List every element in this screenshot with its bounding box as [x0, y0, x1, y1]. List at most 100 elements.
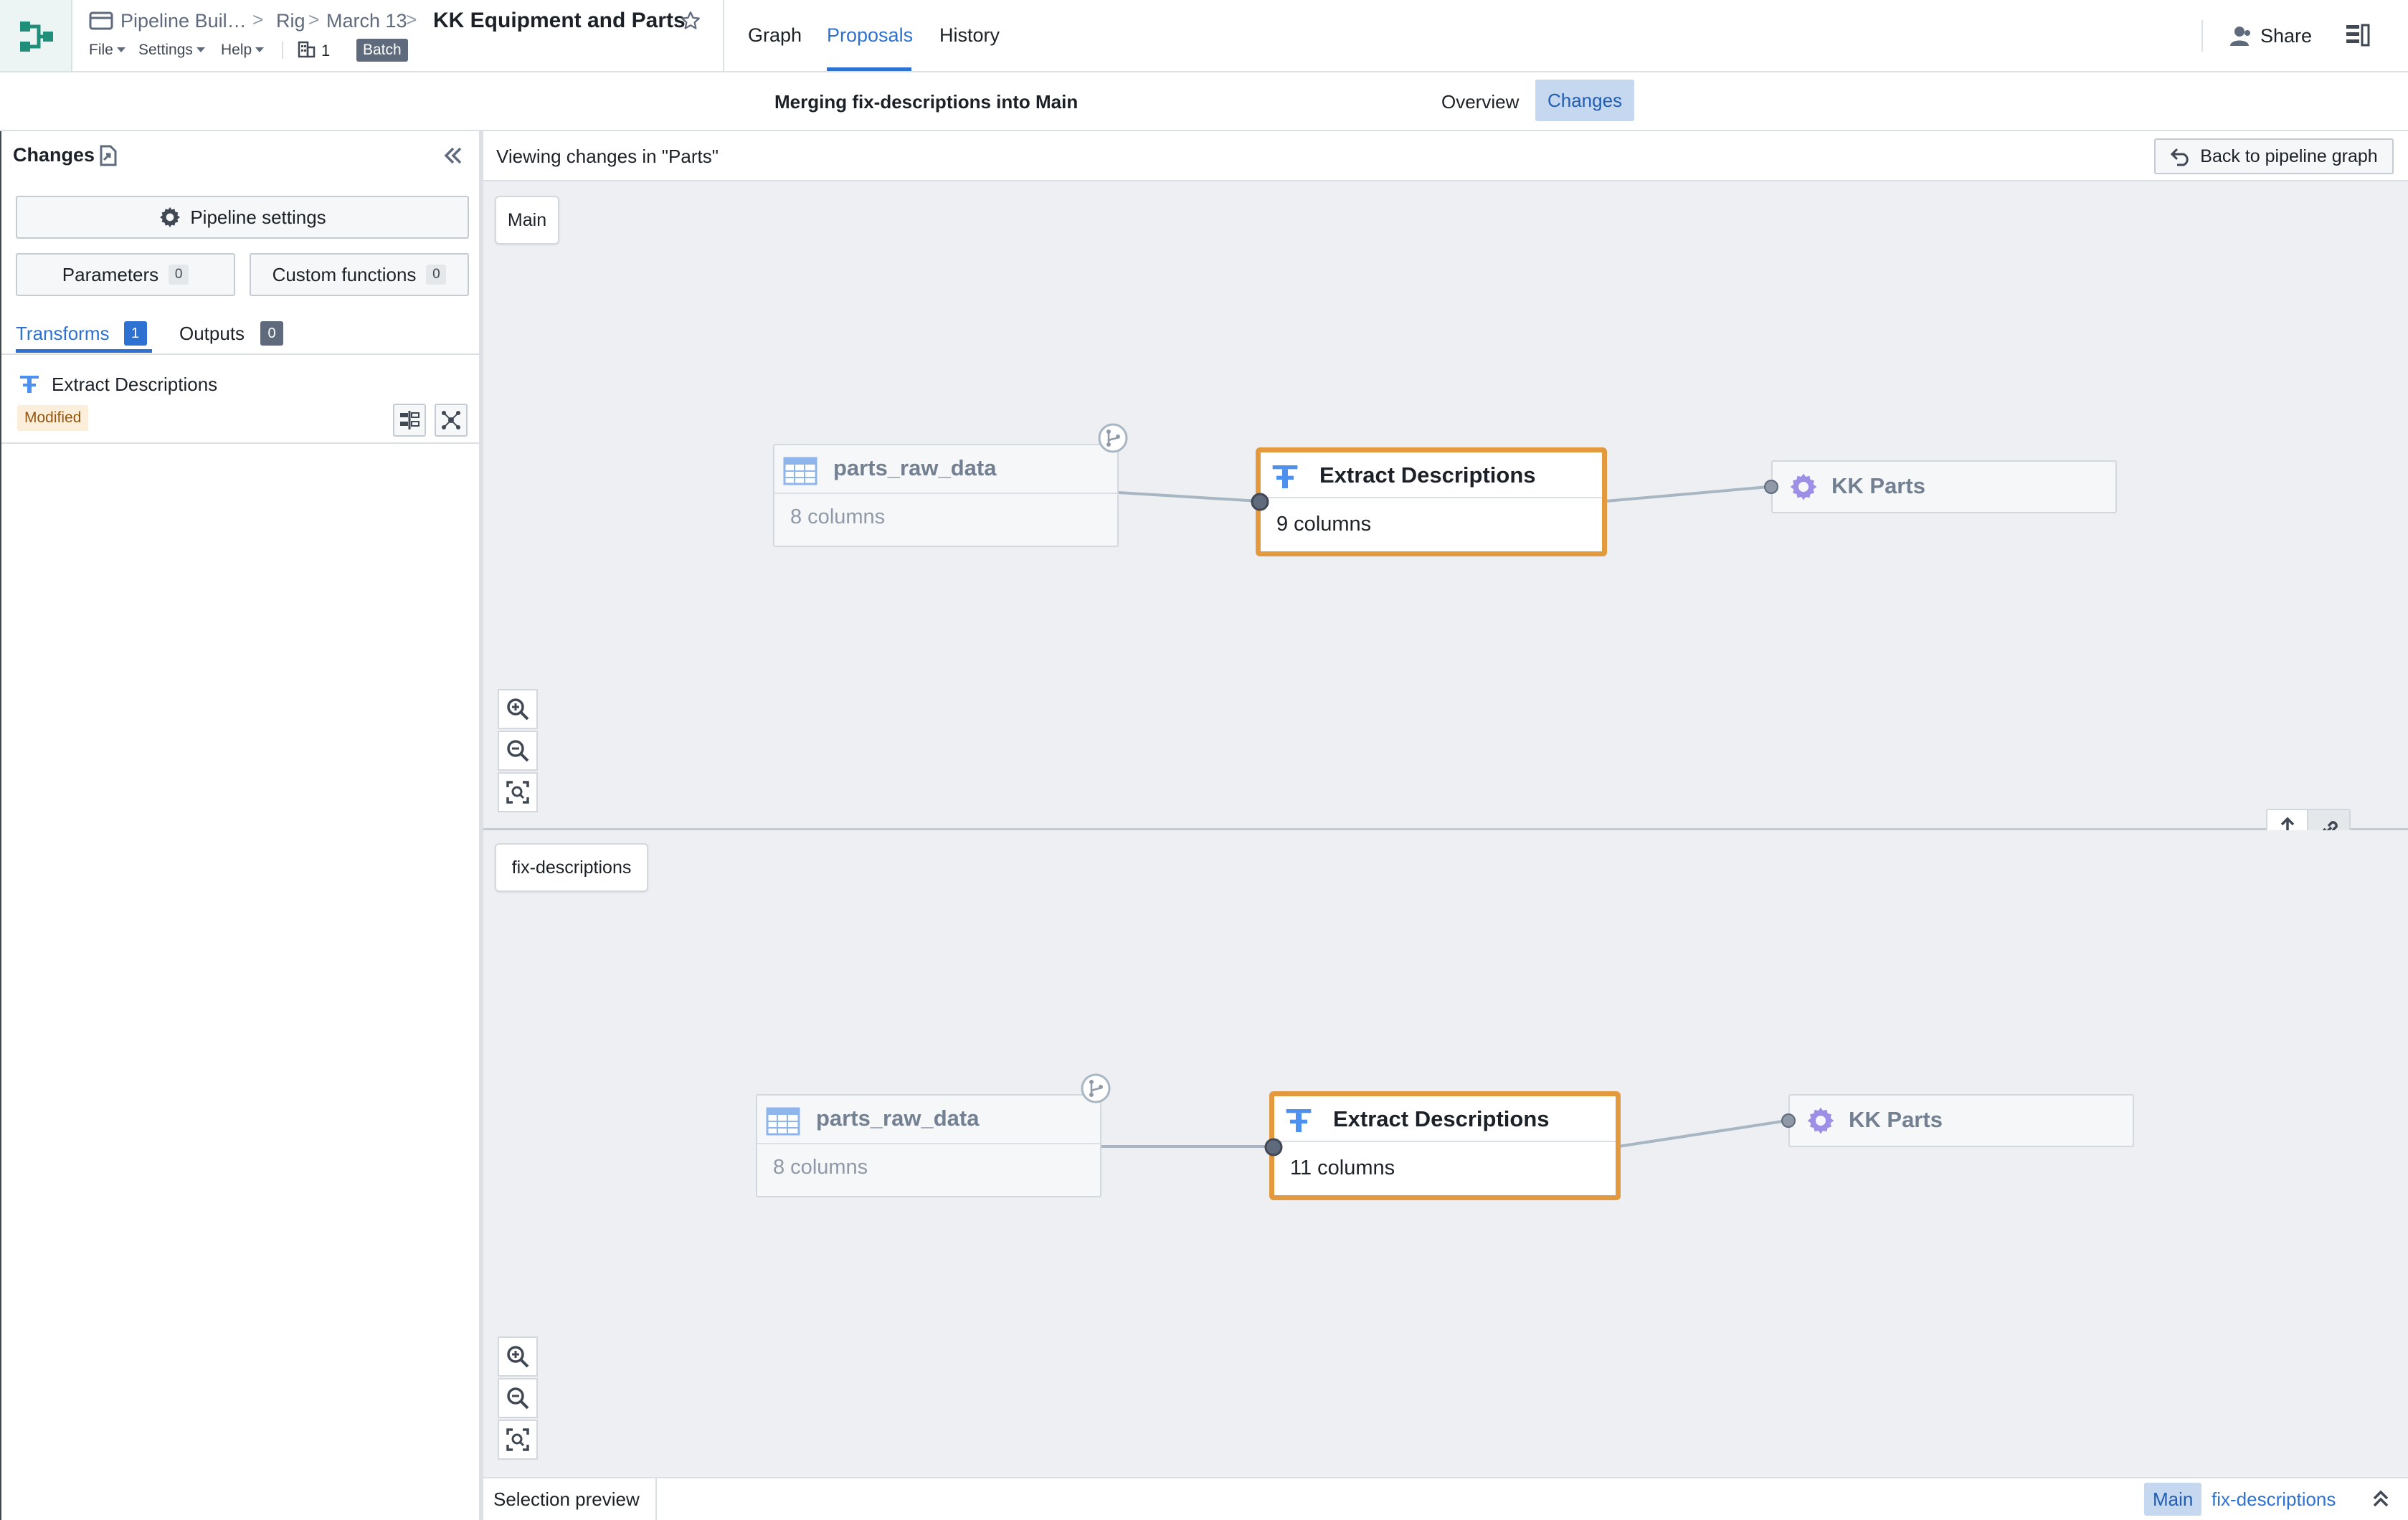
- transform-name: Extract Descriptions: [52, 374, 218, 395]
- share-button[interactable]: Share: [2229, 22, 2312, 50]
- source-node[interactable]: parts_raw_data 8 columns: [773, 444, 1119, 547]
- transform-node-selected[interactable]: Extract Descriptions 11 columns: [1269, 1091, 1621, 1200]
- back-to-pipeline-graph-button[interactable]: Back to pipeline graph: [2154, 138, 2394, 174]
- zoom-in-icon: [507, 1346, 529, 1368]
- compare-icon: [400, 411, 419, 429]
- file-export-icon[interactable]: [97, 144, 120, 167]
- back-to-pipeline-graph-label: Back to pipeline graph: [2200, 146, 2378, 166]
- fit-view-icon: [506, 1428, 529, 1451]
- user-icon: [2230, 27, 2250, 46]
- node-title: Extract Descriptions: [1319, 462, 1536, 488]
- node-subtitle: 8 columns: [790, 505, 886, 528]
- source-node[interactable]: parts_raw_data 8 columns: [756, 1094, 1101, 1197]
- zoom-out-button[interactable]: [498, 731, 538, 771]
- main-branch-graph[interactable]: Main parts_raw_data 8 columns Extract De…: [483, 181, 2408, 828]
- changes-panel-title: Changes: [13, 144, 95, 166]
- branch-toggle-fix-descriptions[interactable]: fix-descriptions: [2212, 1488, 2336, 1511]
- zoom-out-button[interactable]: [498, 1378, 538, 1418]
- custom-functions-button[interactable]: Custom functions 0: [250, 253, 469, 296]
- input-port: [1264, 1138, 1283, 1156]
- breadcrumb-separator: >: [308, 9, 320, 30]
- menu-divider: [282, 42, 283, 59]
- proposal-subheader: Merging fix-descriptions into Main Overv…: [0, 72, 2408, 131]
- dataset-table-icon: [783, 457, 817, 485]
- node-subtitle: 9 columns: [1276, 513, 1372, 536]
- custom-functions-count: 0: [426, 265, 447, 285]
- help-menu[interactable]: Help: [221, 42, 265, 59]
- file-menu[interactable]: File: [89, 42, 125, 59]
- double-chevron-left-icon[interactable]: [442, 144, 465, 167]
- pipeline-settings-label: Pipeline settings: [190, 206, 326, 228]
- outputs-count: 0: [260, 321, 284, 346]
- tab-outputs[interactable]: Outputs 0: [179, 319, 284, 348]
- graph-layout-icon: [442, 411, 460, 429]
- branch-icon: [1098, 423, 1128, 453]
- parameters-button[interactable]: Parameters 0: [16, 253, 235, 296]
- pipeline-logo-icon: [20, 22, 53, 52]
- zoom-in-icon: [507, 698, 529, 721]
- fit-view-button[interactable]: [498, 772, 538, 812]
- list-item[interactable]: Extract Descriptions Modified: [1, 355, 480, 444]
- sidebar-toggle-icon[interactable]: [2345, 23, 2371, 47]
- zoom-in-button[interactable]: [498, 1336, 538, 1377]
- custom-functions-label: Custom functions: [272, 263, 417, 285]
- folder-icon: [89, 11, 113, 30]
- settings-menu[interactable]: Settings: [138, 42, 205, 59]
- batch-badge: Batch: [356, 39, 408, 62]
- transform-icon: [20, 376, 39, 393]
- app-logo[interactable]: [0, 0, 72, 71]
- transform-node-selected[interactable]: Extract Descriptions 9 columns: [1256, 447, 1607, 556]
- tab-outputs-label: Outputs: [179, 322, 245, 344]
- compare-button[interactable]: [393, 404, 426, 437]
- tab-graph[interactable]: Graph: [748, 24, 802, 47]
- parameters-label: Parameters: [62, 263, 159, 285]
- tab-proposals[interactable]: Proposals: [827, 24, 913, 47]
- breadcrumb-separator: >: [252, 9, 264, 30]
- tab-overview[interactable]: Overview: [1441, 91, 1519, 113]
- bottom-divider: [655, 1478, 657, 1520]
- zoom-out-icon: [507, 1387, 529, 1410]
- parameters-count: 0: [169, 265, 189, 285]
- pipeline-settings-button[interactable]: Pipeline settings: [16, 196, 469, 239]
- breadcrumb-pipeline[interactable]: Pipeline Buil…: [120, 10, 247, 32]
- zoom-in-button[interactable]: [498, 689, 538, 729]
- selection-preview-label[interactable]: Selection preview: [493, 1488, 640, 1511]
- active-tab-indicator: [16, 349, 152, 353]
- undo-arrow-icon: [2171, 148, 2189, 166]
- breadcrumb-march-13[interactable]: March 13: [326, 10, 407, 32]
- node-title: KK Parts: [1831, 473, 1925, 498]
- gear-icon: [1790, 473, 1817, 500]
- transform-icon: [1286, 1109, 1312, 1132]
- gear-icon: [1807, 1107, 1834, 1134]
- modified-badge: Modified: [17, 405, 89, 431]
- tab-transforms[interactable]: Transforms 1: [16, 319, 147, 348]
- changes-panel: Changes Pipeline settings Parameters 0 C…: [0, 131, 483, 1520]
- branch-toggle-main[interactable]: Main: [2144, 1483, 2202, 1516]
- input-port: [1764, 480, 1778, 494]
- breadcrumb-rig[interactable]: Rig: [276, 10, 305, 32]
- transforms-count: 1: [123, 321, 147, 346]
- output-node[interactable]: KK Parts: [1771, 460, 2117, 513]
- header-divider: [723, 0, 724, 71]
- fit-view-button[interactable]: [498, 1420, 538, 1460]
- node-title: Extract Descriptions: [1333, 1106, 1550, 1131]
- star-icon[interactable]: [680, 10, 701, 32]
- gear-icon: [160, 207, 181, 227]
- branch-icon: [1081, 1073, 1111, 1103]
- share-label: Share: [2260, 24, 2313, 47]
- node-subtitle: 11 columns: [1290, 1156, 1395, 1179]
- output-node[interactable]: KK Parts: [1788, 1094, 2134, 1147]
- node-subtitle: 8 columns: [773, 1156, 868, 1179]
- header-divider: [2201, 20, 2203, 52]
- chevron-double-up-icon[interactable]: [2369, 1487, 2392, 1510]
- input-port: [1781, 1113, 1796, 1128]
- selection-preview-bar: Selection preview Main fix-descriptions: [483, 1477, 2408, 1520]
- graph-layout-button[interactable]: [435, 404, 468, 437]
- dataset-table-icon: [766, 1107, 800, 1136]
- page-title: KK Equipment and Parts: [433, 9, 686, 32]
- fix-descriptions-branch-graph[interactable]: fix-descriptions parts_raw_data 8 column…: [483, 830, 2408, 1477]
- tab-changes[interactable]: Changes: [1535, 80, 1634, 121]
- transform-icon: [1272, 465, 1298, 488]
- viewing-changes-text: Viewing changes in "Parts": [496, 146, 719, 167]
- tab-history[interactable]: History: [939, 24, 1000, 47]
